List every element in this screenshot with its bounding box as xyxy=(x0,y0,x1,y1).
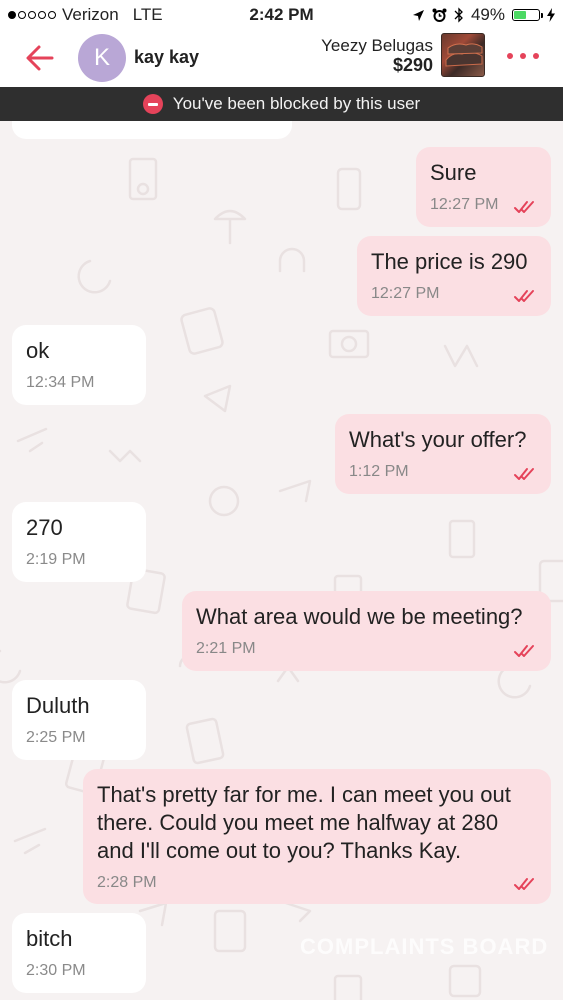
battery-icon xyxy=(512,9,543,21)
message-timestamp: 2:19 PM xyxy=(26,551,86,568)
message-timestamp: 2:21 PM xyxy=(196,640,256,657)
item-thumbnail[interactable] xyxy=(441,33,485,77)
chat-header: K kay kay Yeezy Belugas $290 xyxy=(0,30,563,87)
back-arrow-icon[interactable] xyxy=(22,40,58,76)
avatar[interactable]: K xyxy=(78,34,126,82)
outgoing-message-bubble[interactable]: The price is 290 12:27 PM xyxy=(357,236,551,316)
read-receipt-icon xyxy=(514,878,534,890)
message-list[interactable]: 12:26 PM Sure12:27 PM The price is 29012:2… xyxy=(0,121,563,1000)
outgoing-message-bubble[interactable]: Sure 12:27 PM xyxy=(416,147,551,227)
read-receipt-icon xyxy=(514,201,534,213)
message-text: Duluth xyxy=(26,693,90,718)
charging-bolt-icon xyxy=(547,8,555,22)
location-arrow-icon xyxy=(412,9,424,21)
incoming-message-bubble[interactable]: Duluth 2:25 PM xyxy=(12,680,146,760)
blocked-icon xyxy=(142,94,163,114)
item-price: $290 xyxy=(392,55,433,75)
incoming-message-bubble[interactable]: bitch 2:30 PM xyxy=(12,913,146,993)
message-text: ok xyxy=(26,338,50,363)
message-text: What's your offer? xyxy=(349,427,527,452)
message-text: 270 xyxy=(26,515,63,540)
item-title[interactable]: Yeezy Belugas xyxy=(321,36,433,56)
user-name[interactable]: kay kay xyxy=(134,47,199,68)
message-text: bitch xyxy=(26,926,73,951)
status-icons: 49% xyxy=(412,5,555,25)
read-receipt-icon xyxy=(514,645,534,657)
sneaker-image-icon xyxy=(445,43,483,67)
alarm-clock-icon xyxy=(432,8,447,22)
blocked-banner-text: You've been blocked by this user xyxy=(172,94,421,113)
outgoing-message-bubble[interactable]: That's pretty far for me. I can meet you… xyxy=(83,769,551,904)
message-timestamp: 12:34 PM xyxy=(26,374,95,391)
more-options-button[interactable] xyxy=(505,48,541,64)
message-text: The price is 290 xyxy=(371,249,528,274)
bluetooth-icon xyxy=(454,7,463,23)
message-timestamp: 2:28 PM xyxy=(97,874,157,891)
blocked-banner: You've been blocked by this user xyxy=(0,87,563,121)
read-receipt-icon xyxy=(514,468,534,480)
read-receipt-icon xyxy=(514,290,534,302)
message-timestamp: 1:12 PM xyxy=(349,463,409,480)
outgoing-message-bubble[interactable]: What's your offer? 1:12 PM xyxy=(335,414,551,494)
message-timestamp: 2:25 PM xyxy=(26,729,86,746)
message-timestamp: 2:30 PM xyxy=(26,962,86,979)
message-text: That's pretty far for me. I can meet you… xyxy=(97,782,511,863)
incoming-message-bubble[interactable]: ok 12:34 PM xyxy=(12,325,146,405)
watermark: COMPLAINTS BOARD xyxy=(300,934,549,959)
battery-percentage: 49% xyxy=(470,5,505,24)
outgoing-message-bubble[interactable]: What area would we be meeting? 2:21 PM xyxy=(182,591,551,671)
incoming-message-bubble[interactable]: 12:26 PM xyxy=(12,121,292,139)
message-text: Sure xyxy=(430,160,477,185)
incoming-message-bubble[interactable]: 270 2:19 PM xyxy=(12,502,146,582)
message-text: What area would we be meeting? xyxy=(196,604,523,629)
status-bar: Verizon LTE 2:42 PM 49% xyxy=(0,0,563,30)
